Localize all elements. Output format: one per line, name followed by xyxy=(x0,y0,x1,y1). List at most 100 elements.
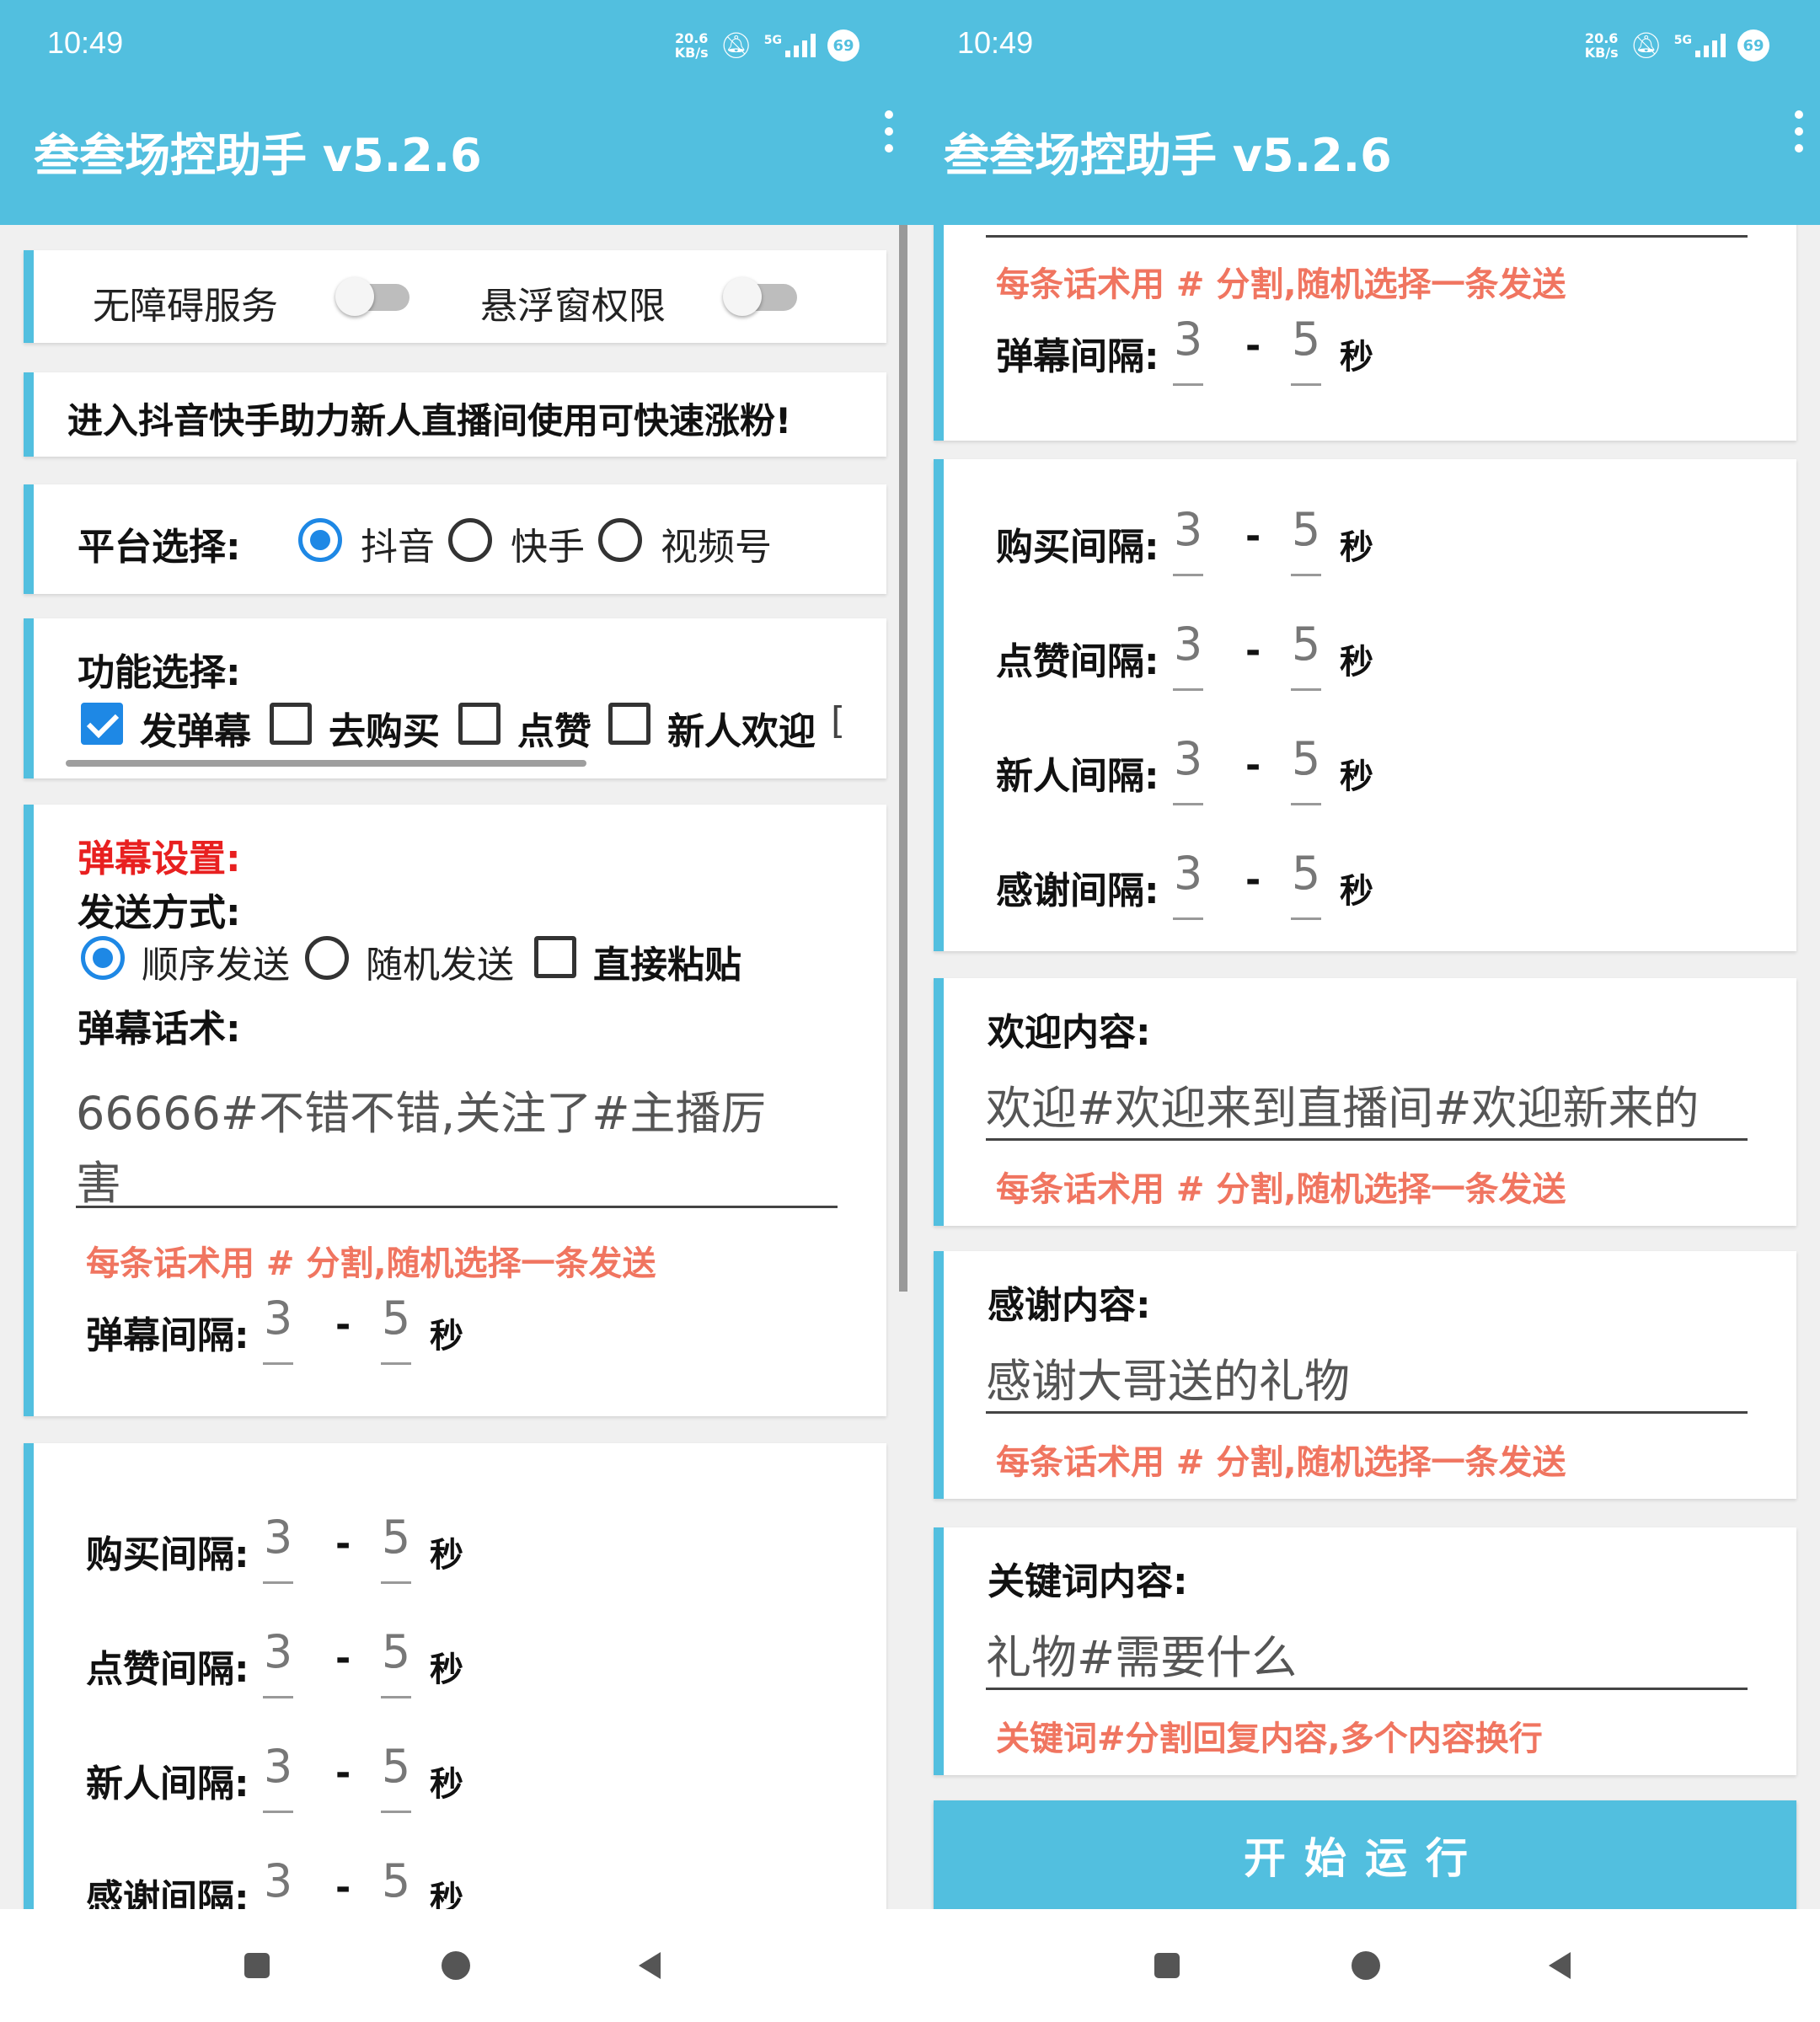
keyword-input[interactable]: 礼物#需要什么 xyxy=(986,1620,1297,1687)
signal-icon: 5G xyxy=(764,34,816,57)
feature-like-label[interactable]: 点赞 xyxy=(517,701,592,755)
dash: - xyxy=(1245,324,1261,367)
option-douyin[interactable]: 抖音 xyxy=(361,516,435,570)
sec: 秒 xyxy=(430,1880,463,1909)
radio-shipinhao[interactable] xyxy=(598,518,642,562)
thanks-interval-max[interactable]: 5 xyxy=(1289,847,1323,900)
checkbox-like[interactable] xyxy=(458,703,500,745)
option-kuaishou[interactable]: 快手 xyxy=(511,516,585,570)
underline xyxy=(381,1696,411,1698)
intervals-card: 购买间隔: 3 - 5 秒 点赞间隔: 3 - 5 秒 新人间隔: 3 - 5 … xyxy=(24,1443,886,1909)
newcomer-interval-min[interactable]: 3 xyxy=(261,1740,295,1793)
dash: - xyxy=(1245,629,1261,672)
sec: 秒 xyxy=(430,1765,463,1804)
status-icons: 20.6 KB/s 🔕︎ 5G 69 xyxy=(1585,29,1769,62)
welcome-card: 欢迎内容: 欢迎#欢迎来到直播间#欢迎新来的 每条话术用 # 分割,随机选择一条… xyxy=(934,978,1796,1226)
intervals-card: 购买间隔: 3 - 5 秒 点赞间隔: 3 - 5 秒 新人间隔: 3 - 5 … xyxy=(934,459,1796,951)
underline xyxy=(381,1811,411,1813)
option-shipinhao[interactable]: 视频号 xyxy=(661,516,772,570)
like-interval-min[interactable]: 3 xyxy=(261,1625,295,1678)
accessibility-toggle[interactable] xyxy=(335,277,410,316)
underline xyxy=(1291,917,1321,920)
buy-interval-min[interactable]: 3 xyxy=(261,1511,295,1564)
back-icon[interactable] xyxy=(639,1952,661,1979)
recents-icon[interactable] xyxy=(1154,1953,1180,1978)
nav-bar xyxy=(910,1909,1820,2022)
buy-interval-min[interactable]: 3 xyxy=(1171,503,1205,556)
nav-bar xyxy=(0,1909,910,2022)
battery-icon: 69 xyxy=(1737,29,1769,62)
overlay-label: 悬浮窗权限 xyxy=(480,285,666,328)
underline xyxy=(986,235,1748,238)
radio-sequential[interactable] xyxy=(81,936,125,980)
like-interval-min[interactable]: 3 xyxy=(1171,618,1205,671)
dash: - xyxy=(1245,515,1261,558)
like-interval-max[interactable]: 5 xyxy=(1289,618,1323,671)
newcomer-interval-max[interactable]: 5 xyxy=(379,1740,413,1793)
feature-newcomer-label[interactable]: 新人欢迎 xyxy=(667,701,816,755)
like-interval-max[interactable]: 5 xyxy=(379,1625,413,1678)
checkbox-newcomer[interactable] xyxy=(608,703,650,745)
underline xyxy=(1173,383,1203,386)
buy-interval-label: 购买间隔: xyxy=(996,526,1159,569)
right-screen: 10:49 20.6 KB/s 🔕︎ 5G 69 叁叁场控助手 v5.2.6 每条… xyxy=(910,0,1820,2022)
sec: 秒 xyxy=(1340,528,1373,567)
scroll-content[interactable]: 无障碍服务 悬浮窗权限 进入抖音快手助力新人直播间使用可快速涨粉! 平台选择: … xyxy=(0,225,910,1909)
danmu-interval-min[interactable]: 3 xyxy=(1171,313,1205,366)
thanks-card: 感谢内容: 感谢大哥送的礼物 每条话术用 # 分割,随机选择一条发送 xyxy=(934,1251,1796,1499)
radio-random[interactable] xyxy=(305,936,349,980)
keyword-hint: 关键词#分割回复内容,多个内容换行 xyxy=(996,1720,1543,1758)
underline xyxy=(381,1362,411,1365)
mode-random[interactable]: 随机发送 xyxy=(366,934,514,988)
home-icon[interactable] xyxy=(1352,1951,1380,1980)
app-header: 10:49 20.6 KB/s 🔕︎ 5G 69 叁叁场控助手 v5.2.6 xyxy=(910,0,1820,225)
paste-label[interactable]: 直接粘贴 xyxy=(593,934,741,988)
underline xyxy=(263,1362,293,1365)
welcome-input[interactable]: 欢迎#欢迎来到直播间#欢迎新来的 xyxy=(986,1071,1700,1137)
script-input[interactable]: 66666#不错不错,关注了#主播厉害 xyxy=(76,1076,766,1212)
permissions-card: 无障碍服务 悬浮窗权限 xyxy=(24,250,886,343)
newcomer-interval-min[interactable]: 3 xyxy=(1171,732,1205,785)
thanks-input[interactable]: 感谢大哥送的礼物 xyxy=(986,1344,1350,1410)
overlay-toggle[interactable] xyxy=(723,277,797,316)
mode-sequential[interactable]: 顺序发送 xyxy=(142,934,290,988)
thanks-interval-max[interactable]: 5 xyxy=(379,1854,413,1907)
status-time: 10:49 xyxy=(957,25,1034,60)
status-time: 10:49 xyxy=(47,25,124,60)
start-run-button[interactable]: 开始运行 xyxy=(934,1800,1796,1909)
underline xyxy=(1173,917,1203,920)
thanks-interval-min[interactable]: 3 xyxy=(261,1854,295,1907)
checkbox-buy[interactable] xyxy=(270,703,312,745)
welcome-label: 欢迎内容: xyxy=(988,1011,1151,1054)
danmu-interval-max[interactable]: 5 xyxy=(1289,313,1323,366)
feature-buy-label[interactable]: 去购买 xyxy=(329,701,440,755)
underline xyxy=(1173,803,1203,805)
status-icons: 20.6 KB/s 🔕︎ 5G 69 xyxy=(675,29,859,62)
underline xyxy=(1291,574,1321,576)
danmu-settings-card: 弹幕设置: 发送方式: 顺序发送 随机发送 直接粘贴 弹幕话术: 66666#不… xyxy=(24,805,886,1416)
checkbox-danmu[interactable] xyxy=(81,703,123,745)
buy-interval-max[interactable]: 5 xyxy=(379,1511,413,1564)
newcomer-interval-max[interactable]: 5 xyxy=(1289,732,1323,785)
back-icon[interactable] xyxy=(1549,1952,1571,1979)
notice-text: 进入抖音快手助力新人直播间使用可快速涨粉! xyxy=(67,400,792,441)
home-icon[interactable] xyxy=(442,1951,470,1980)
sec: 秒 xyxy=(1340,757,1373,796)
radio-kuaishou[interactable] xyxy=(448,518,492,562)
scroll-content[interactable]: 每条话术用 # 分割,随机选择一条发送 弹幕间隔: 3 - 5 秒 购买间隔: … xyxy=(910,225,1820,1909)
overflow-menu-icon[interactable] xyxy=(876,106,902,157)
horizontal-scrollbar[interactable] xyxy=(66,760,586,767)
underline xyxy=(986,1138,1748,1141)
danmu-interval-min[interactable]: 3 xyxy=(261,1292,295,1345)
checkbox-paste[interactable] xyxy=(534,936,576,978)
recents-icon[interactable] xyxy=(244,1953,270,1978)
danmu-interval-max[interactable]: 5 xyxy=(379,1292,413,1345)
radio-douyin[interactable] xyxy=(298,518,342,562)
overflow-menu-icon[interactable] xyxy=(1786,106,1812,157)
danmu-interval-unit: 秒 xyxy=(430,1317,463,1356)
thanks-interval-min[interactable]: 3 xyxy=(1171,847,1205,900)
vertical-scrollbar[interactable] xyxy=(899,225,907,1292)
buy-interval-max[interactable]: 5 xyxy=(1289,503,1323,556)
feature-danmu-label[interactable]: 发弹幕 xyxy=(140,701,251,755)
danmu-section-title: 弹幕设置: xyxy=(78,837,241,880)
